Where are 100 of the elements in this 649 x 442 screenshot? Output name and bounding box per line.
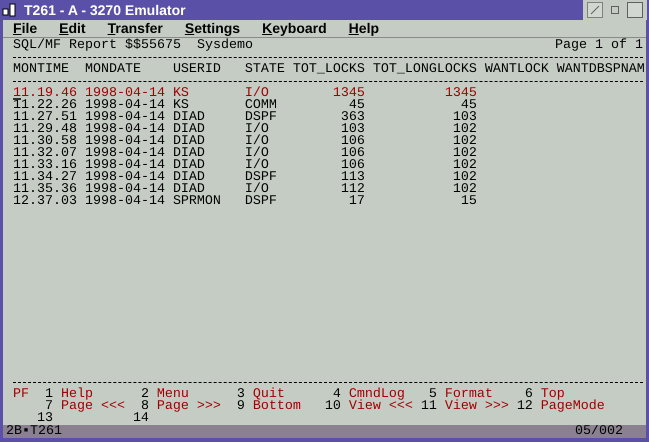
table-cell: 102 — [452, 184, 477, 194]
table-cell: KS — [172, 100, 189, 110]
key-number: 12 — [516, 401, 533, 413]
table-cell: 11.22.26 — [13, 100, 77, 110]
table-cell: 106 — [340, 136, 365, 146]
column-header: TOT_LOCKS — [292, 62, 365, 77]
table-cell: 112 — [340, 184, 365, 194]
column-header: USERID — [172, 62, 221, 77]
report-title: SQL/MF Report $$55675 Sysdemo — [13, 40, 253, 52]
table-cell: DIAD — [172, 112, 205, 122]
diagonal-icon — [590, 5, 600, 15]
window-title: T261 - A - 3270 Emulator — [24, 0, 186, 20]
table-cell: 1345 — [444, 88, 477, 98]
table-cell: 102 — [452, 172, 477, 182]
key-number: 14 — [132, 413, 149, 425]
table-cell: 1998-04-14 — [84, 136, 165, 146]
table-cell: SPRMON — [172, 196, 221, 206]
menu-item[interactable]: File — [13, 18, 38, 39]
table-cell: I/O — [244, 124, 269, 134]
column-header: WANTDBSPNAM — [556, 62, 645, 77]
key-number: 8 — [140, 401, 149, 413]
pf-label: PF — [13, 387, 29, 402]
table-cell: 363 — [340, 112, 365, 122]
table-cell: DIAD — [172, 160, 205, 170]
function-key-label[interactable]: Menu — [156, 389, 189, 401]
table-cell: DIAD — [172, 124, 205, 134]
table-cell: I/O — [244, 160, 269, 170]
table-cell: 1345 — [332, 88, 365, 98]
function-key-label[interactable]: Quit — [252, 389, 285, 401]
key-number: 3 — [236, 389, 245, 401]
menu-item[interactable]: Keyboard — [262, 18, 327, 39]
function-key-label[interactable]: Page <<< — [60, 401, 125, 413]
table-cell: 1998-04-14 — [84, 124, 165, 134]
menu-item[interactable]: Help — [348, 18, 380, 39]
key-number: 11 — [420, 401, 437, 413]
key-number: 5 — [428, 389, 437, 401]
column-header: MONTIME — [13, 62, 69, 77]
table-cell: 11.29.48 — [13, 124, 77, 134]
table-cell: DSPF — [244, 196, 277, 206]
table-cell: 1998-04-14 — [84, 148, 165, 158]
table-cell: 15 — [460, 196, 477, 206]
table-cell: DIAD — [172, 172, 205, 182]
key-number: 4 — [332, 389, 341, 401]
function-key-label[interactable]: Bottom — [252, 401, 301, 413]
table-cell: 102 — [452, 160, 477, 170]
table-cell: COMM — [244, 100, 277, 110]
session-indicator: 2B▪T261 — [6, 426, 62, 438]
table-cell: 1998-04-14 — [84, 196, 165, 206]
table-cell: 11.34.27 — [13, 172, 77, 182]
table-cell: 1998-04-14 — [84, 184, 165, 194]
table-cell: 45 — [460, 100, 477, 110]
table-cell: 113 — [340, 172, 365, 182]
column-header: MONDATE — [84, 62, 141, 77]
key-number: 6 — [524, 389, 533, 401]
table-cell: 106 — [340, 160, 365, 170]
column-header: TOT_LONGLOCKS — [372, 62, 477, 77]
text-cursor — [13, 98, 21, 100]
table-cell: 11.33.16 — [13, 160, 77, 170]
table-cell: DSPF — [244, 172, 277, 182]
table-cell: 1998-04-14 — [84, 172, 165, 182]
table-cell: 1998-04-14 — [84, 100, 165, 110]
page-indicator: Page 1 of 1 — [555, 40, 643, 52]
table-cell: DIAD — [172, 136, 205, 146]
table-cell: 11.27.51 — [13, 112, 77, 122]
table-cell: I/O — [244, 136, 269, 146]
maximize-button[interactable] — [627, 2, 643, 18]
table-cell: I/O — [244, 148, 269, 158]
key-number: 10 — [324, 401, 341, 413]
function-key-label[interactable]: Top — [540, 389, 565, 401]
table-cell: DSPF — [244, 112, 277, 122]
function-key-label[interactable]: View <<< — [348, 401, 413, 413]
function-key-label[interactable]: View >>> — [444, 401, 509, 413]
key-number: 7 — [44, 401, 53, 413]
key-number: 1 — [44, 389, 53, 401]
table-cell: I/O — [244, 88, 269, 98]
table-cell: KS — [172, 88, 189, 98]
function-key-label[interactable]: Page >>> — [156, 401, 221, 413]
table-cell: 1998-04-14 — [84, 112, 165, 122]
key-number: 9 — [236, 401, 245, 413]
function-key-label[interactable]: PageMode — [540, 401, 605, 413]
menu-item[interactable]: Settings — [184, 18, 240, 39]
menu-item[interactable]: Edit — [59, 18, 86, 39]
key-number: 13 — [36, 413, 53, 425]
function-key-label[interactable]: Help — [60, 389, 93, 401]
table-cell: 102 — [452, 124, 477, 134]
table-cell: 11.30.58 — [13, 136, 77, 146]
table-cell: 11.19.46 — [13, 88, 77, 98]
terminal-icon — [2, 3, 18, 17]
table-cell: 12.37.03 — [13, 196, 77, 206]
cursor-position: 05/002 — [575, 426, 623, 438]
table-cell: 102 — [452, 148, 477, 158]
table-cell: DIAD — [172, 184, 205, 194]
table-cell: 102 — [452, 136, 477, 146]
minimize-button[interactable] — [587, 2, 603, 18]
table-cell: 17 — [348, 196, 365, 206]
function-key-label[interactable]: CmndLog — [348, 389, 405, 401]
menu-item[interactable]: Transfer — [108, 18, 163, 39]
column-header: STATE — [244, 62, 285, 77]
table-cell: 106 — [340, 148, 365, 158]
table-cell: 1998-04-14 — [84, 160, 165, 170]
